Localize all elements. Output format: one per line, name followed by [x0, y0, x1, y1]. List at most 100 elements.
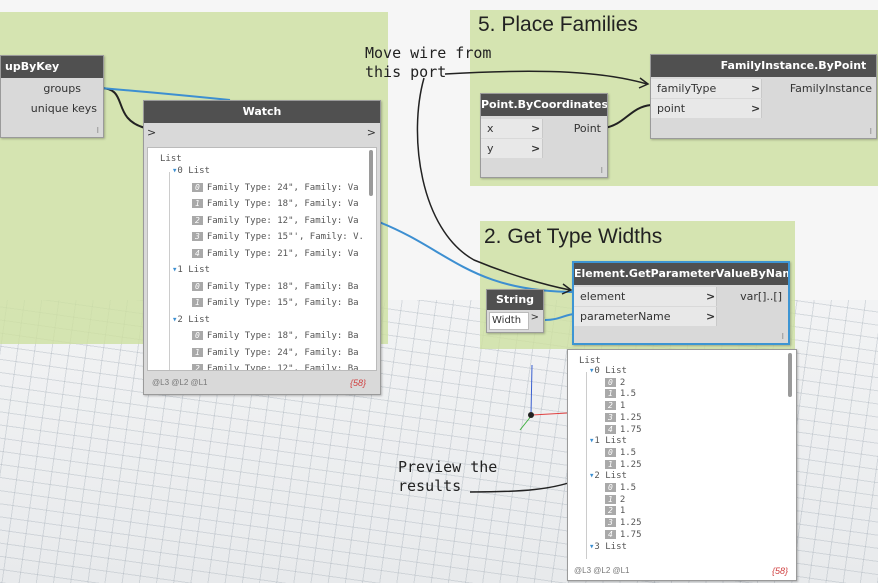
origin-point — [528, 412, 534, 418]
index-badge: 0 — [192, 182, 203, 192]
item-value: Family Type: 12", Family: Ba — [206, 364, 359, 371]
input-port[interactable]: > — [147, 123, 156, 143]
node-watch[interactable]: Watch > > List ▾0 List 0 Family Type: 24",… — [143, 100, 381, 395]
node-point-by-coordinates[interactable]: Point.ByCoordinates x > Point y > I — [480, 93, 608, 178]
item-value: 1.5 — [619, 389, 637, 400]
index-badge: 3 — [192, 232, 203, 241]
preview-bubble[interactable]: List ▾0 List 0 2 1 1.5 2 1 3 1.25 4 1.75 ▾1 List 0 1.… — [567, 349, 797, 581]
index-badge: 1 — [192, 298, 203, 307]
input-port-element[interactable]: element > var[]..[] — [574, 287, 788, 307]
node-group-by-key[interactable]: upByKey groups unique keys I — [0, 55, 104, 138]
item-count: {58} — [349, 378, 366, 388]
list-item: 21 — [605, 506, 625, 516]
list-item: 12 — [605, 494, 625, 505]
input-port-parameter-name[interactable]: parameterName > — [574, 307, 788, 327]
watch-ports: > > — [144, 123, 380, 143]
output-port[interactable]: > — [367, 123, 376, 143]
list-item: 02 — [605, 377, 626, 388]
list-item: 0 1.5 — [605, 483, 636, 493]
item-value: Family Type: 24", Family: Va — [206, 182, 359, 193]
watch-list-view[interactable]: List ▾0 List 0 Family Type: 24", Family: V… — [147, 147, 377, 371]
node-get-parameter-value-by-name[interactable]: Element.GetParameterValueByName element … — [572, 261, 790, 345]
dynamo-canvas[interactable]: 5. Place Families 2. Get Type Widths Mov… — [0, 0, 878, 583]
item-value: 1 — [619, 506, 626, 517]
list-item: 1 1.5 — [605, 389, 636, 399]
item-value: 1.25 — [619, 518, 642, 529]
axis-red — [531, 412, 568, 416]
annotation-preview-line1: Preview the — [398, 458, 498, 476]
item-value: 2 — [619, 377, 626, 388]
item-value: 1.75 — [619, 424, 642, 435]
port-chevron: > — [531, 142, 541, 155]
item-value: 1.25 — [619, 412, 642, 423]
node-title: FamilyInstance.ByPoint — [651, 55, 876, 77]
list-item: 1 Family Type: 18", Family: Va — [192, 199, 359, 209]
node-family-instance-by-point[interactable]: FamilyInstance.ByPoint familyType > Fami… — [650, 54, 877, 139]
list-item: 0 Family Type: 24", Family: Va — [192, 182, 359, 193]
item-value: 1.75 — [619, 529, 642, 540]
index-badge: 0 — [605, 377, 616, 387]
string-value-input[interactable]: Width — [489, 312, 529, 330]
port-chevron: > — [751, 102, 761, 115]
list-item: 1 Family Type: 15", Family: Ba — [192, 298, 359, 308]
index-badge: 4 — [192, 248, 203, 258]
input-port-y[interactable]: y > — [481, 139, 607, 159]
list-item: 2 Family Type: 12", Family: Va — [192, 215, 359, 226]
list-item: 4 1.75 — [605, 424, 642, 435]
scrollbar[interactable] — [788, 353, 792, 397]
output-port[interactable]: > — [531, 312, 539, 323]
output-port-var[interactable]: var[]..[] — [740, 287, 788, 306]
node-title: Element.GetParameterValueByName — [574, 263, 788, 285]
port-label: familyType — [651, 79, 762, 98]
sublist-label: ▾0 List — [172, 166, 210, 176]
arrow-preview — [469, 477, 583, 493]
wire-watch-to-element — [378, 221, 577, 293]
index-badge: 0 — [605, 483, 616, 492]
item-value: Family Type: 12", Family: Va — [206, 215, 359, 226]
list-item: 3 1.25 — [605, 518, 642, 528]
item-value: 1 — [619, 401, 626, 412]
port-label: point — [651, 99, 762, 118]
node-string[interactable]: String Width > — [486, 289, 544, 333]
index-badge: 3 — [605, 412, 616, 422]
sublist-label: ▾2 List — [589, 471, 627, 481]
port-chevron: > — [531, 122, 541, 135]
sublist-text: 0 List — [177, 166, 210, 176]
sublist-text: 1 List — [594, 436, 627, 447]
output-port-unique-keys[interactable]: unique keys — [1, 99, 103, 119]
list-item: 4 Family Type: 21", Family: Va — [192, 248, 359, 259]
list-item: 0 Family Type: 18", Family: Ba — [192, 331, 359, 341]
lacing-mark: I — [781, 332, 784, 341]
index-badge: 2 — [192, 215, 203, 225]
output-port-family-instance[interactable]: FamilyInstance — [790, 79, 876, 98]
input-port-x[interactable]: x > Point — [481, 119, 607, 139]
preview-list-view[interactable]: List ▾0 List 0 2 1 1.5 2 1 3 1.25 4 1.75 ▾1 List 0 1.… — [569, 351, 795, 559]
list-item: 0 1.5 — [605, 447, 637, 458]
list-item: 3 1.25 — [605, 412, 642, 423]
output-port-groups[interactable]: groups — [1, 79, 103, 99]
output-port-point[interactable]: Point — [574, 119, 607, 138]
list-item: 3 Family Type: 15"', Family: V. — [192, 232, 364, 242]
sublist-label: ▾1 List — [172, 265, 210, 275]
port-chevron: > — [706, 310, 716, 323]
index-badge: 3 — [605, 518, 616, 528]
list-item: 21 — [605, 401, 625, 411]
node-title: Watch — [144, 101, 380, 123]
lacing-mark: I — [869, 127, 872, 136]
item-value: 1.5 — [619, 447, 637, 458]
lacing-mark: I — [96, 126, 99, 135]
annotation-move-wire-line1: Move wire from — [365, 44, 492, 62]
item-value: Family Type: 21", Family: Va — [206, 248, 359, 259]
scrollbar[interactable] — [369, 150, 373, 196]
sublist-text: 1 List — [177, 265, 210, 275]
input-port-family-type[interactable]: familyType > FamilyInstance — [651, 79, 876, 99]
list-item: 1 1.25 — [605, 459, 642, 470]
item-value: 1.25 — [619, 459, 642, 470]
port-chevron: > — [751, 82, 761, 95]
input-port-point[interactable]: point > — [651, 99, 876, 119]
annotation-move-wire-line2: this port — [365, 63, 447, 81]
list-item: 4 1.75 — [605, 529, 642, 540]
index-badge: 0 — [192, 281, 203, 291]
index-badge: 2 — [605, 506, 616, 516]
index-badge: 1 — [605, 494, 616, 504]
